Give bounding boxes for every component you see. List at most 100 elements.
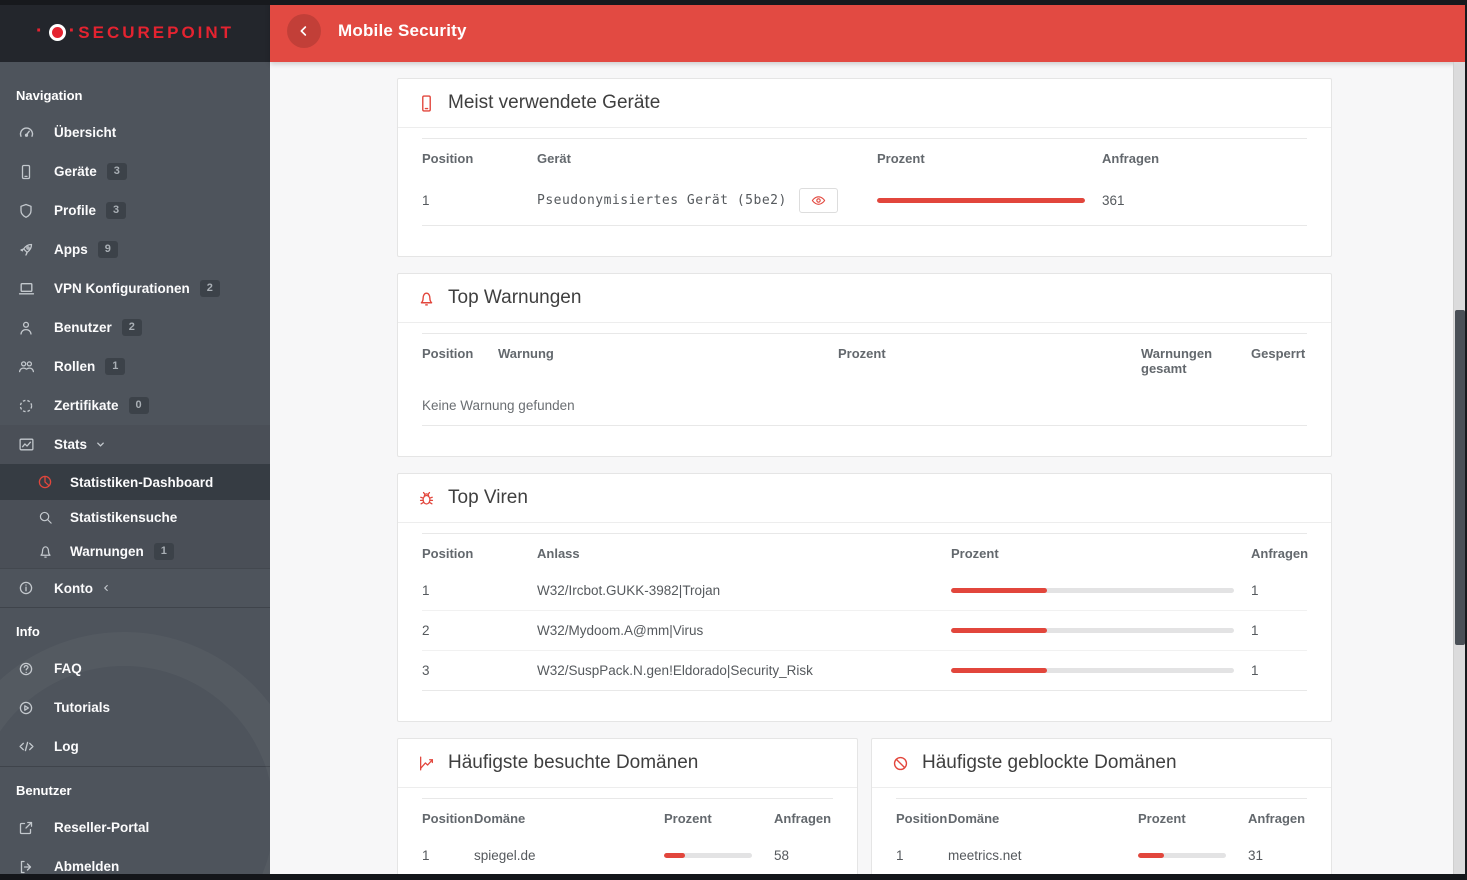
sidebar-item-label: Rollen [54,359,96,374]
search-icon [36,510,54,525]
column-header-device: Gerät [537,151,571,166]
sidebar-item-apps[interactable]: Apps 9 [0,230,270,269]
sidebar-item-label: Warnungen [70,543,144,559]
view-device-button[interactable] [798,188,838,213]
sidebar-item-label: Statistikensuche [70,509,178,525]
sidebar-item-uebersicht[interactable]: Übersicht [0,113,270,152]
sidebar-item-profile[interactable]: Profile 3 [0,191,270,230]
sidebar-item-geraete[interactable]: Geräte 3 [0,152,270,191]
sidebar-item-label: Statistiken-Dashboard [70,474,214,490]
area-chart-icon [16,436,36,453]
progress-bar [951,628,1234,633]
table-header-row: Position Domäne Prozent Anfragen [896,798,1307,837]
devices-table: Position Gerät Prozent Anfragen 1 Pseudo… [422,138,1307,226]
window-edge-top [0,0,1467,5]
sidebar-item-konto[interactable]: Konto [0,568,270,607]
sidebar-item-statistiken-dashboard[interactable]: Statistiken-Dashboard [0,464,270,500]
sidebar-item-label: Reseller-Portal [54,820,150,835]
cell-requests: 31 [1248,848,1264,863]
cell-position: 1 [422,848,430,863]
column-header-requests: Anfragen [774,811,832,826]
card-title: Top Viren [448,487,528,508]
card-visited-header: Häufigste besuchte Domänen [398,739,857,788]
column-header-position: Position [422,346,474,361]
sidebar-item-label: Tutorials [54,700,111,715]
content-area: Meist verwendete Geräte Position Gerät P… [270,62,1467,880]
card-viruses-header: Top Viren [398,474,1331,523]
sidebar-item-stats[interactable]: Stats [0,425,270,464]
card-warnings-body: Position Warnung Prozent Warnungen gesam… [398,323,1331,456]
table-header-row: Position Warnung Prozent Warnungen gesam… [422,333,1307,387]
sidebar-item-faq[interactable]: FAQ [0,649,270,688]
content-inner: Meist verwendete Geräte Position Gerät P… [397,78,1332,880]
count-badge: 3 [106,202,127,219]
column-header-requests: Anfragen [1248,811,1306,826]
column-header-percent: Prozent [838,346,886,361]
sidebar-item-reseller-portal[interactable]: Reseller-Portal [0,808,270,847]
column-header-percent: Prozent [951,546,999,561]
cell-position: 1 [422,583,430,598]
column-header-domain: Domäne [474,811,526,826]
table-row: 1 W32/Ircbot.GUKK-3982|Trojan 1 [422,571,1307,611]
eye-icon [811,193,826,208]
progress-bar [951,668,1234,673]
sidebar-item-log[interactable]: Log [0,727,270,766]
certificate-seal-icon [16,398,36,414]
sidebar-item-tutorials[interactable]: Tutorials [0,688,270,727]
card-blocked-domains: Häufigste geblockte Domänen Position Dom… [871,738,1332,880]
column-header-position: Position [896,811,948,826]
logo-text: SECUREPOINT [78,22,235,42]
cell-requests: 1 [1251,663,1259,678]
count-badge: 1 [153,542,174,560]
logo-ring-icon [48,23,66,41]
progress-bar [664,853,752,858]
info-section-label: Info [16,624,40,639]
table-header-row: Position Anlass Prozent Anfragen [422,533,1309,572]
bug-icon [418,490,435,507]
sidebar-item-statistikensuche[interactable]: Statistikensuche [0,500,270,534]
sidebar-item-zertifikate[interactable]: Zertifikate 0 [0,386,270,425]
gauge-icon [16,124,36,141]
card-devices: Meist verwendete Geräte Position Gerät P… [397,78,1332,257]
smartphone-icon [16,164,36,180]
empty-row: Keine Warnung gefunden [422,386,1307,426]
cell-percent [951,571,1251,611]
sidebar-item-label: Abmelden [54,859,120,874]
nav-section-label: Navigation [16,88,83,103]
table-header-row: Position Gerät Prozent Anfragen [422,138,1307,177]
back-button[interactable] [287,14,321,48]
bell-icon [36,544,54,559]
sidebar-item-label: Übersicht [54,125,117,140]
card-title: Häufigste geblockte Domänen [922,752,1177,773]
sidebar-item-rollen[interactable]: Rollen 1 [0,347,270,386]
sidebar-item-warnungen[interactable]: Warnungen 1 [0,534,270,568]
sidebar-item-label: Apps [54,242,88,257]
column-header-position: Position [422,546,474,561]
card-viruses: Top Viren Position Anlass Prozent Anfrag… [397,473,1332,722]
page-title: Mobile Security [338,21,467,40]
sidebar-item-label: Log [54,739,79,754]
scrollbar-thumb[interactable] [1455,310,1465,645]
column-header-requests: Anfragen [1251,546,1309,561]
cell-requests: 1 [1251,583,1259,598]
progress-fill [951,668,1048,673]
cell-percent [877,176,1102,226]
column-header-requests: Anfragen [1102,151,1160,166]
sidebar-item-label: Konto [54,580,93,596]
info-circle-icon [16,580,36,596]
sidebar-item-vpn[interactable]: VPN Konfigurationen 2 [0,269,270,308]
securepoint-logo[interactable]: · ·SECUREPOINT [36,20,234,43]
table-row: 3 W32/SuspPack.N.gen!Eldorado|Security_R… [422,651,1307,691]
column-header-percent: Prozent [877,151,925,166]
scrollbar-track[interactable] [1453,62,1465,880]
card-warnings: Top Warnungen Position Warnung Prozent W… [397,273,1332,457]
play-circle-icon [16,700,36,716]
cell-requests: 361 [1102,193,1125,208]
progress-fill [877,198,1085,203]
sidebar-item-benutzer[interactable]: Benutzer 2 [0,308,270,347]
line-chart-icon [418,755,435,772]
table-row: 1 Pseudonymisiertes Gerät (5be2) 361 [422,176,1307,226]
chevron-down-icon [95,439,106,450]
warnings-table: Position Warnung Prozent Warnungen gesam… [422,333,1307,426]
code-icon [16,738,36,755]
